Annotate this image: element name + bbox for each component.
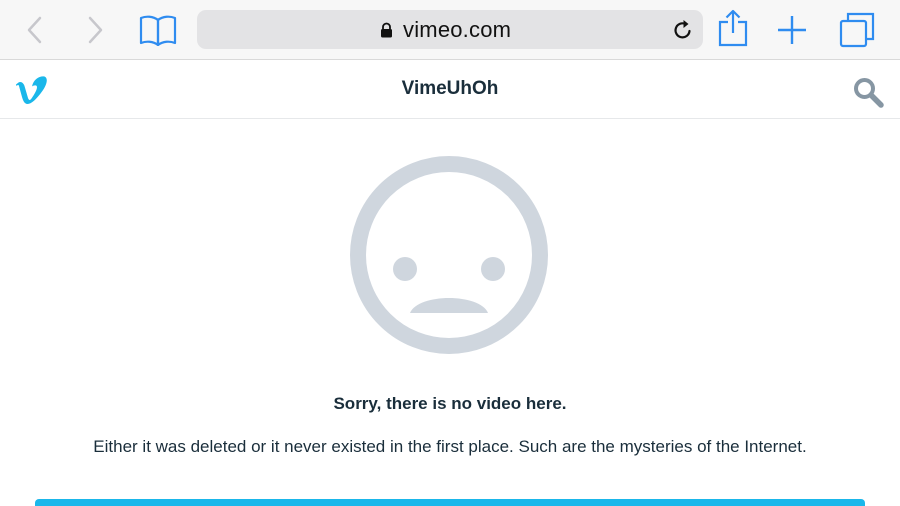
error-heading: Sorry, there is no video here. [333,394,567,413]
sad-face-icon [348,155,550,360]
reload-icon[interactable] [673,19,693,46]
tabs-icon[interactable] [839,12,875,48]
site-header: VimeUhOh [0,61,900,119]
search-icon[interactable] [852,76,884,113]
forward-icon[interactable] [84,16,106,44]
share-icon[interactable] [718,9,748,47]
new-tab-icon[interactable] [777,15,807,45]
url-text: vimeo.com [403,17,512,42]
error-message: Either it was deleted or it never existe… [93,437,807,456]
browser-toolbar: vimeo.com [0,0,900,60]
address-bar[interactable]: vimeo.com [197,10,703,49]
primary-action-button[interactable] [35,499,865,506]
back-icon[interactable] [24,16,46,44]
lock-icon [380,22,393,43]
bookmarks-icon[interactable] [139,14,177,46]
page-title: VimeUhOh [401,78,499,99]
